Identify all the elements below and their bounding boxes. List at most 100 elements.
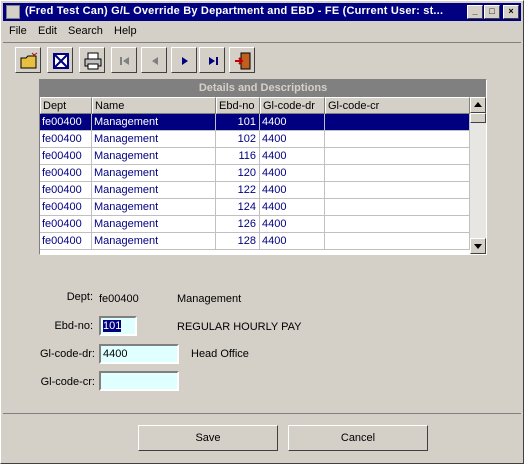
cell-gl-code-cr [325,114,470,131]
table-row[interactable]: fe00400 Management 128 4400 [40,233,470,250]
app-icon [6,5,20,19]
delete-icon [53,53,69,69]
cell-gl-code-cr [325,165,470,182]
last-record-button[interactable] [199,47,225,73]
column-header-ebd-no[interactable]: Ebd-no [216,97,260,114]
ebd-no-value: 101 [103,320,122,332]
cell-dept: fe00400 [40,182,92,199]
table-row[interactable]: fe00400 Management 126 4400 [40,216,470,233]
cell-gl-code-dr: 4400 [260,165,325,182]
previous-record-icon [152,57,158,65]
printer-icon [84,52,102,70]
cancel-button[interactable]: Cancel [288,425,428,451]
window-title: (Fred Test Can) G/L Override By Departme… [25,5,444,17]
details-grid: Details and Descriptions Dept Name Ebd-n… [39,79,487,255]
cell-dept: fe00400 [40,165,92,182]
exit-door-icon [235,52,251,70]
cell-gl-code-cr [325,199,470,216]
menu-edit[interactable]: Edit [38,25,57,37]
cell-gl-code-cr [325,131,470,148]
cell-dept: fe00400 [40,114,92,131]
application-window: (Fred Test Can) G/L Override By Departme… [0,0,524,464]
cell-name: Management [92,114,216,131]
arrow-down-icon [474,244,482,249]
menu-bar: File Edit Search Help [3,22,521,40]
table-row[interactable]: fe00400 Management 102 4400 [40,131,470,148]
first-record-icon [120,57,129,65]
menu-search[interactable]: Search [68,25,103,37]
close-button[interactable]: × [503,5,519,19]
gl-code-cr-field[interactable] [99,371,179,391]
cell-gl-code-dr: 4400 [260,148,325,165]
table-row[interactable]: fe00400 Management 120 4400 [40,165,470,182]
cell-ebd-no: 116 [216,148,260,165]
print-button[interactable] [79,47,105,73]
first-record-button[interactable] [111,47,137,73]
new-folder-icon [20,52,38,69]
cell-gl-code-cr [325,233,470,250]
delete-record-button[interactable] [47,47,73,73]
table-row[interactable]: fe00400 Management 124 4400 [40,199,470,216]
next-record-button[interactable] [171,47,197,73]
cell-gl-code-dr: 4400 [260,199,325,216]
cell-gl-code-dr: 4400 [260,114,325,131]
table-row[interactable]: fe00400 Management 116 4400 [40,148,470,165]
new-record-button[interactable] [15,47,41,73]
cell-dept: fe00400 [40,199,92,216]
dept-value: fe00400 [99,293,139,305]
column-header-dept[interactable]: Dept [40,97,92,114]
cell-gl-code-dr: 4400 [260,216,325,233]
cell-dept: fe00400 [40,131,92,148]
scroll-down-button[interactable] [470,238,486,254]
cell-gl-code-cr [325,148,470,165]
save-button[interactable]: Save [138,425,278,451]
cell-ebd-no: 122 [216,182,260,199]
menu-help[interactable]: Help [114,25,137,37]
gl-code-cr-label: Gl-code-cr: [40,376,95,388]
ebd-no-field[interactable]: 101 [99,316,137,336]
cell-ebd-no: 128 [216,233,260,250]
ebd-description: REGULAR HOURLY PAY [177,321,302,333]
column-header-gl-code-cr[interactable]: Gl-code-cr [325,97,470,114]
scroll-thumb[interactable] [470,113,486,123]
button-panel: Save Cancel [3,413,521,461]
gl-code-dr-description: Head Office [191,348,249,360]
table-row-selected[interactable]: fe00400 Management 101 4400 [40,114,470,131]
ebd-no-label: Ebd-no: [54,320,93,332]
cell-name: Management [92,233,216,250]
cell-gl-code-dr: 4400 [260,233,325,250]
cell-name: Management [92,199,216,216]
column-header-gl-code-dr[interactable]: Gl-code-dr [260,97,325,114]
cell-name: Management [92,148,216,165]
exit-button[interactable] [229,47,255,73]
cell-ebd-no: 102 [216,131,260,148]
dept-description: Management [177,293,242,305]
minimize-button[interactable]: _ [467,5,483,19]
cell-ebd-no: 124 [216,199,260,216]
cell-ebd-no: 120 [216,165,260,182]
cell-gl-code-dr: 4400 [260,131,325,148]
menu-file[interactable]: File [9,25,27,37]
cell-gl-code-cr [325,182,470,199]
cell-dept: fe00400 [40,216,92,233]
title-bar[interactable]: (Fred Test Can) G/L Override By Departme… [3,3,521,21]
cell-name: Management [92,216,216,233]
table-row[interactable]: fe00400 Management 122 4400 [40,182,470,199]
cell-dept: fe00400 [40,148,92,165]
scroll-up-button[interactable] [470,97,486,113]
gl-code-dr-field[interactable]: 4400 [99,344,179,364]
last-record-icon [209,57,218,65]
vertical-scrollbar[interactable] [470,97,486,254]
arrow-up-icon [474,102,482,107]
previous-record-button[interactable] [141,47,167,73]
grid-caption: Details and Descriptions [40,80,486,97]
maximize-button[interactable]: □ [484,5,500,19]
cell-name: Management [92,131,216,148]
toolbar [3,42,521,78]
cell-name: Management [92,165,216,182]
cell-gl-code-dr: 4400 [260,182,325,199]
column-header-name[interactable]: Name [92,97,216,114]
next-record-icon [182,57,188,65]
cell-name: Management [92,182,216,199]
grid-header: Dept Name Ebd-no Gl-code-dr Gl-code-cr [40,97,470,114]
